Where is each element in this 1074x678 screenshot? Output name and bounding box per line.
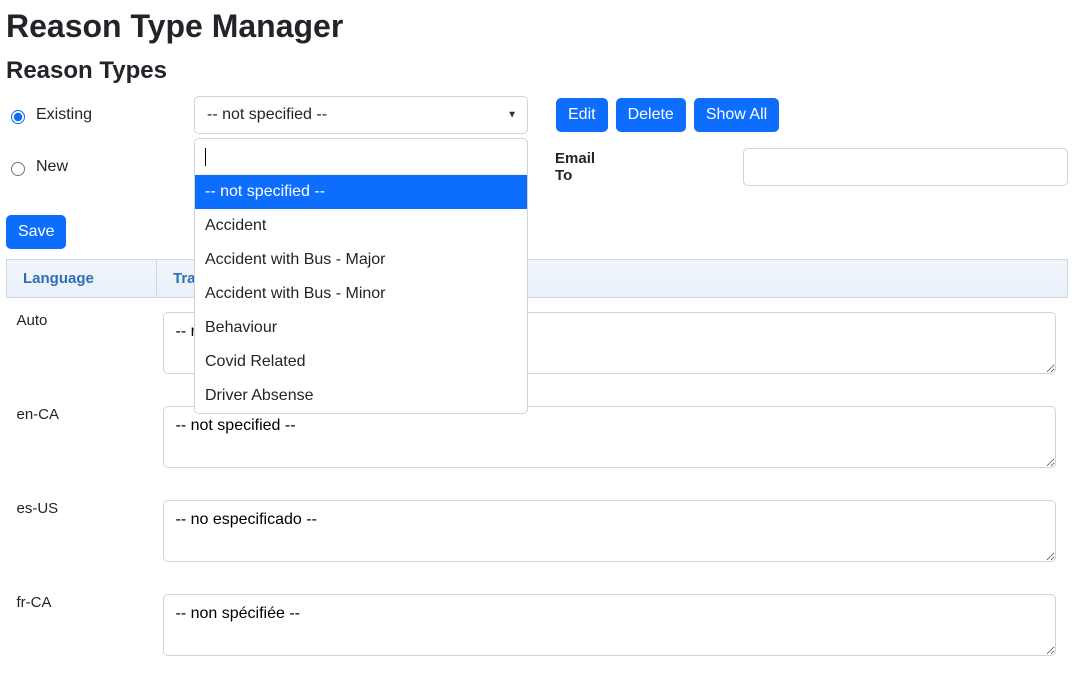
dropdown-option[interactable]: Accident with Bus - Major [195, 243, 527, 277]
translation-input[interactable] [163, 594, 1056, 656]
table-row: Auto [7, 298, 1068, 393]
email-to-input[interactable] [743, 148, 1068, 186]
edit-button[interactable]: Edit [556, 98, 608, 132]
reason-type-select[interactable]: -- not specified -- ▼ [194, 96, 528, 134]
col-header-language: Language [7, 260, 157, 298]
new-radio-label: New [36, 158, 68, 176]
table-row: es-US [7, 486, 1068, 580]
dropdown-search-input[interactable] [195, 139, 527, 175]
existing-radio-label: Existing [36, 106, 92, 124]
dropdown-option[interactable]: Behaviour [195, 311, 527, 345]
translation-input[interactable] [163, 500, 1056, 562]
existing-radio[interactable] [11, 110, 25, 124]
dropdown-option[interactable]: -- not specified -- [195, 175, 527, 209]
page-subtitle: Reason Types [6, 57, 1068, 85]
dropdown-option[interactable]: Accident [195, 209, 527, 243]
lang-cell: Auto [7, 298, 157, 393]
text-cursor [205, 148, 206, 166]
lang-cell: en-CA [7, 392, 157, 486]
translation-cell [157, 580, 1068, 674]
dropdown-list[interactable]: -- not specified --AccidentAccident with… [195, 175, 527, 413]
table-row: en-CA [7, 392, 1068, 486]
dropdown-option[interactable]: Accident with Bus - Minor [195, 277, 527, 311]
lang-cell: fr-CA [7, 580, 157, 674]
reason-type-select-value: -- not specified -- [207, 106, 327, 124]
reason-type-dropdown: -- not specified --AccidentAccident with… [194, 138, 528, 414]
dropdown-option[interactable]: Driver Absense [195, 379, 527, 413]
page-title: Reason Type Manager [6, 8, 1068, 45]
translation-input[interactable] [163, 406, 1056, 468]
translation-cell [157, 486, 1068, 580]
save-button[interactable]: Save [6, 215, 66, 249]
new-radio[interactable] [11, 162, 25, 176]
lang-cell: es-US [7, 486, 157, 580]
table-row: fr-CA [7, 580, 1068, 674]
email-to-label: Email To [555, 150, 615, 184]
delete-button[interactable]: Delete [616, 98, 686, 132]
dropdown-option[interactable]: Covid Related [195, 345, 527, 379]
show-all-button[interactable]: Show All [694, 98, 779, 132]
caret-down-icon: ▼ [507, 110, 517, 121]
